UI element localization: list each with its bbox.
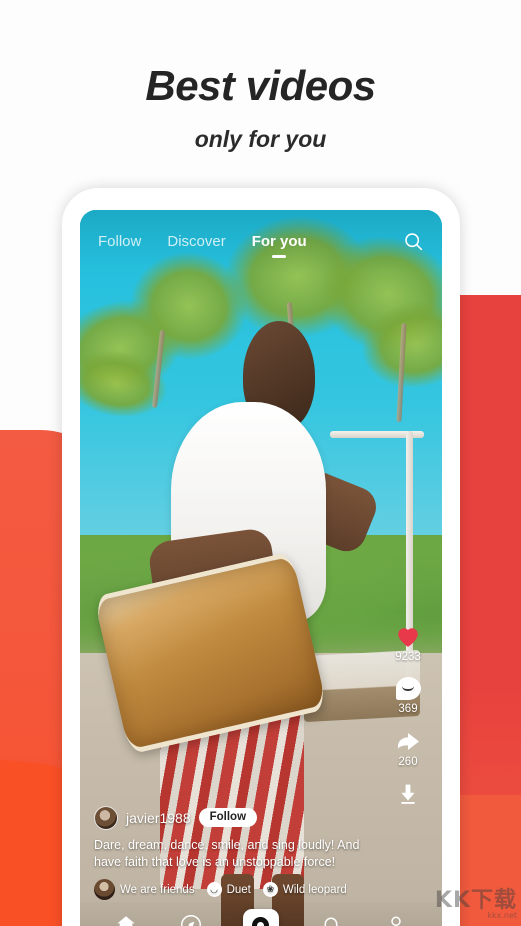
chip-label: Wild leopard [282,883,347,896]
promo-page: Best videos only for you Follow Discover… [0,0,521,926]
avatar[interactable] [94,805,118,830]
paw-icon: ❀ [262,882,278,897]
video-chips: We are friends ◡ Duet ❀ Wild leopard [94,879,428,900]
bell-icon [324,917,338,926]
author-row: javier1988 Follow [94,805,428,830]
like-action[interactable]: 9233 [395,624,421,663]
download-action[interactable] [396,782,420,806]
page-subtitle: only for you [194,126,327,152]
tab-for-you[interactable]: For you [252,233,307,250]
share-count: 260 [398,756,418,768]
home-icon [117,916,135,926]
chip-duet[interactable]: ◡ Duet [206,882,251,897]
author-username[interactable]: javier1988 [126,810,191,826]
record-icon [252,916,270,926]
share-action[interactable]: 260 [395,729,422,768]
comment-icon [395,677,421,700]
bottom-nav [80,902,442,926]
chip-label: Duet [226,883,251,896]
comment-action[interactable]: 369 [395,677,421,715]
download-icon [401,784,415,804]
smiley-icon: ◡ [206,882,222,897]
tab-discover[interactable]: Discover [167,233,225,250]
video-info: javier1988 Follow Dare, dream, dance, sm… [80,805,442,900]
video-caption: Dare, dream, dance, smile, and sing loud… [94,837,360,869]
search-icon[interactable] [403,231,424,252]
avatar-icon [94,879,115,900]
share-icon [397,733,419,750]
nav-profile[interactable] [384,913,408,926]
follow-button[interactable]: Follow [198,807,258,828]
like-count: 9233 [395,651,421,663]
nav-record[interactable] [242,909,279,926]
comment-count: 369 [398,703,418,715]
top-tab-bar: Follow Discover For you [80,210,442,272]
nav-notifications[interactable] [319,913,343,926]
chip-we-are-friends[interactable]: We are friends [94,879,195,900]
action-rail: 9233 369 260 [382,624,434,816]
phone-mockup: Follow Discover For you 9233 369 260 jav… [62,188,460,926]
chip-wild-leopard[interactable]: ❀ Wild leopard [262,882,347,897]
nav-discover[interactable] [179,913,203,926]
page-title: Best videos [145,62,376,109]
heart-icon [398,628,418,647]
person-icon [391,916,401,926]
nav-home[interactable] [114,913,138,926]
compass-icon [180,914,201,926]
tab-follow[interactable]: Follow [98,233,141,250]
app-screen: Follow Discover For you 9233 369 260 jav… [80,210,442,926]
chip-label: We are friends [120,883,195,896]
